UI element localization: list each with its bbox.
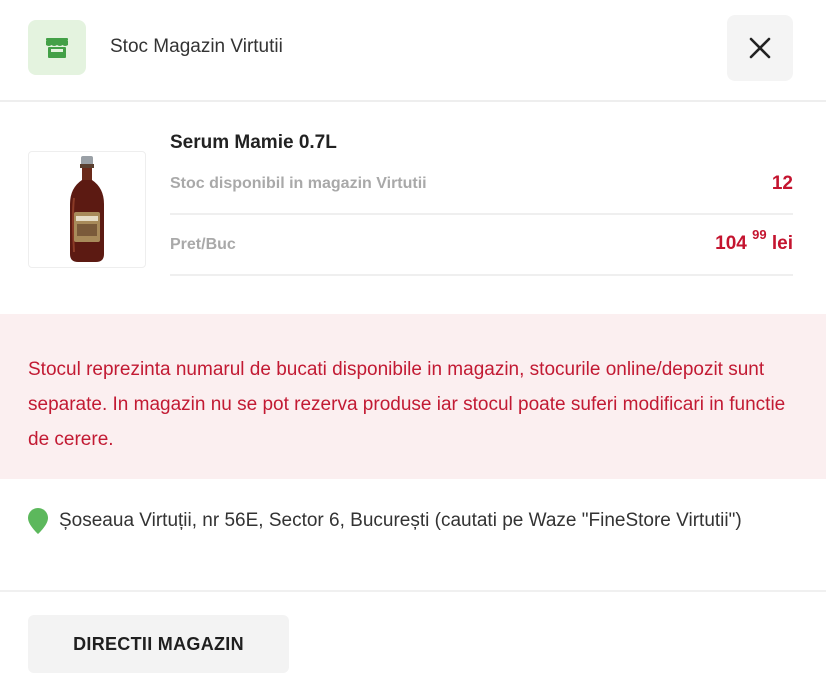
product-name: Serum Mamie 0.7L — [170, 132, 337, 153]
price-value: 104 99 lei — [715, 228, 793, 255]
price-main: 104 — [715, 233, 747, 254]
stock-value: 12 — [771, 173, 793, 194]
price-row: Pret/Buc 104 99 lei — [170, 215, 793, 276]
close-icon — [749, 37, 771, 59]
close-button[interactable] — [727, 15, 793, 81]
stock-row: Stoc disponibil in magazin Virtutii 12 — [170, 165, 793, 215]
address-text: Șoseaua Virtuții, nr 56E, Sector 6, Bucu… — [59, 510, 742, 531]
modal-header: Stoc Magazin Virtutii — [0, 0, 826, 102]
modal-title: Stoc Magazin Virtutii — [110, 36, 283, 57]
product-bottle-image — [70, 155, 104, 262]
price-cents: 99 — [752, 226, 767, 242]
price-currency: lei — [771, 233, 793, 254]
store-icon — [28, 20, 86, 75]
notice-text: Stocul reprezinta numarul de bucati disp… — [28, 359, 786, 450]
price-label: Pret/Buc — [170, 236, 236, 253]
store-address: Șoseaua Virtuții, nr 56E, Sector 6, Bucu… — [0, 480, 826, 592]
stock-label: Stoc disponibil in magazin Virtutii — [170, 175, 427, 192]
location-pin-icon — [28, 508, 48, 534]
directions-button[interactable]: DIRECTII MAGAZIN — [28, 615, 289, 673]
product-image — [28, 151, 146, 268]
stock-notice: Stocul reprezinta numarul de bucati disp… — [0, 314, 826, 479]
